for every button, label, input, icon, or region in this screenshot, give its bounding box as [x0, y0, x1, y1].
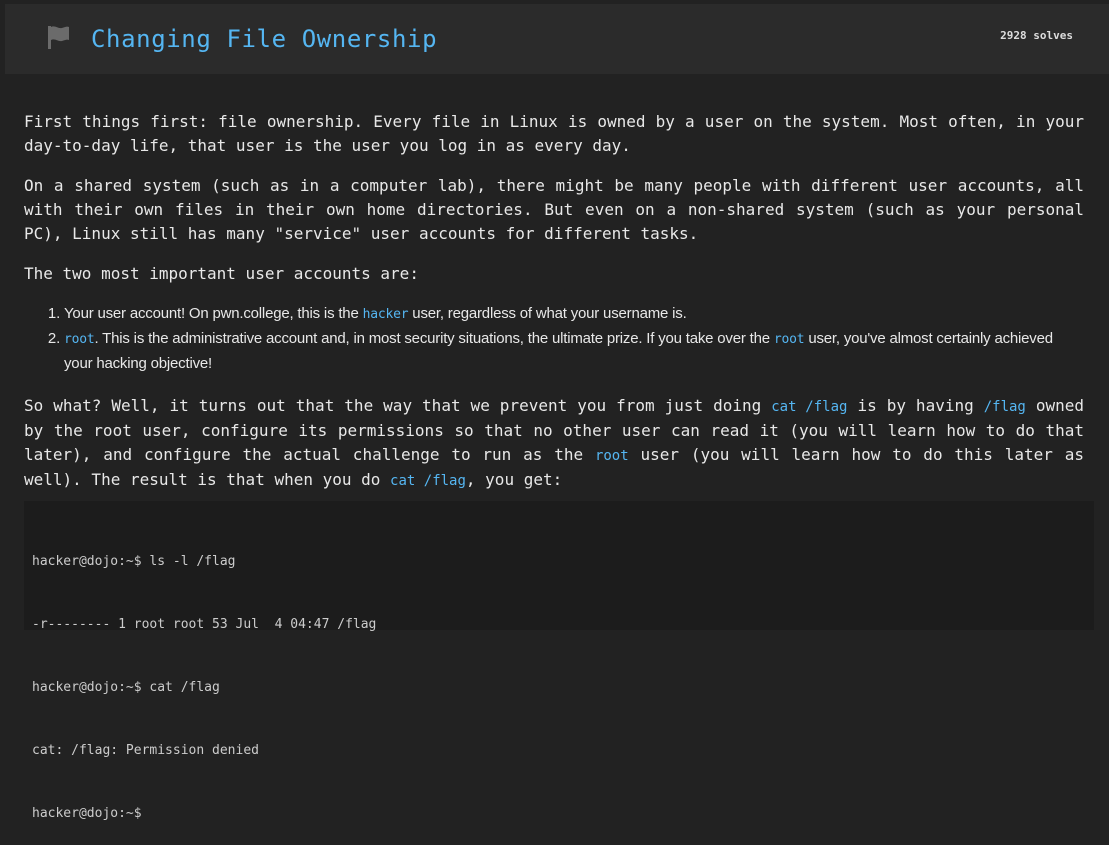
- terminal-line: -r-------- 1 root root 53 Jul 4 04:47 /f…: [32, 617, 377, 632]
- code-hacker: hacker: [362, 307, 409, 322]
- code-cat-flag: cat /flag: [771, 399, 848, 415]
- challenge-header[interactable]: Changing File Ownership 2928 solves: [5, 4, 1109, 74]
- code-root: root: [773, 332, 805, 347]
- paragraph-so-what: So what? Well, it turns out that the way…: [24, 396, 1085, 489]
- challenge-description: First things first: file ownership. Ever…: [24, 110, 1084, 509]
- terminal-line: hacker@dojo:~$: [32, 806, 142, 821]
- list-item-hacker: Your user account! On pwn.college, this …: [64, 302, 1084, 327]
- terminal-line: hacker@dojo:~$ ls -l /flag: [32, 554, 236, 569]
- user-accounts-list: Your user account! On pwn.college, this …: [24, 302, 1084, 376]
- paragraph-important-accounts: The two most important user accounts are…: [24, 264, 419, 283]
- terminal-output[interactable]: hacker@dojo:~$ ls -l /flag -r-------- 1 …: [24, 501, 1094, 821]
- flag-icon: [45, 23, 73, 51]
- terminal-line: hacker@dojo:~$ cat /flag: [32, 680, 220, 695]
- code-cat-flag: cat /flag: [390, 473, 466, 489]
- code-root: root: [64, 332, 95, 347]
- code-flag-path: /flag: [983, 399, 1026, 415]
- terminal-line: cat: /flag: Permission denied: [32, 743, 259, 758]
- solves-count: 2928 solves: [1000, 29, 1073, 42]
- code-root: root: [594, 448, 629, 464]
- paragraph-ownership: First things first: file ownership. Ever…: [24, 112, 1084, 155]
- paragraph-shared-system: On a shared system (such as in a compute…: [24, 176, 1084, 243]
- list-item-root: root. This is the administrative account…: [64, 327, 1084, 376]
- challenge-title[interactable]: Changing File Ownership: [91, 25, 437, 53]
